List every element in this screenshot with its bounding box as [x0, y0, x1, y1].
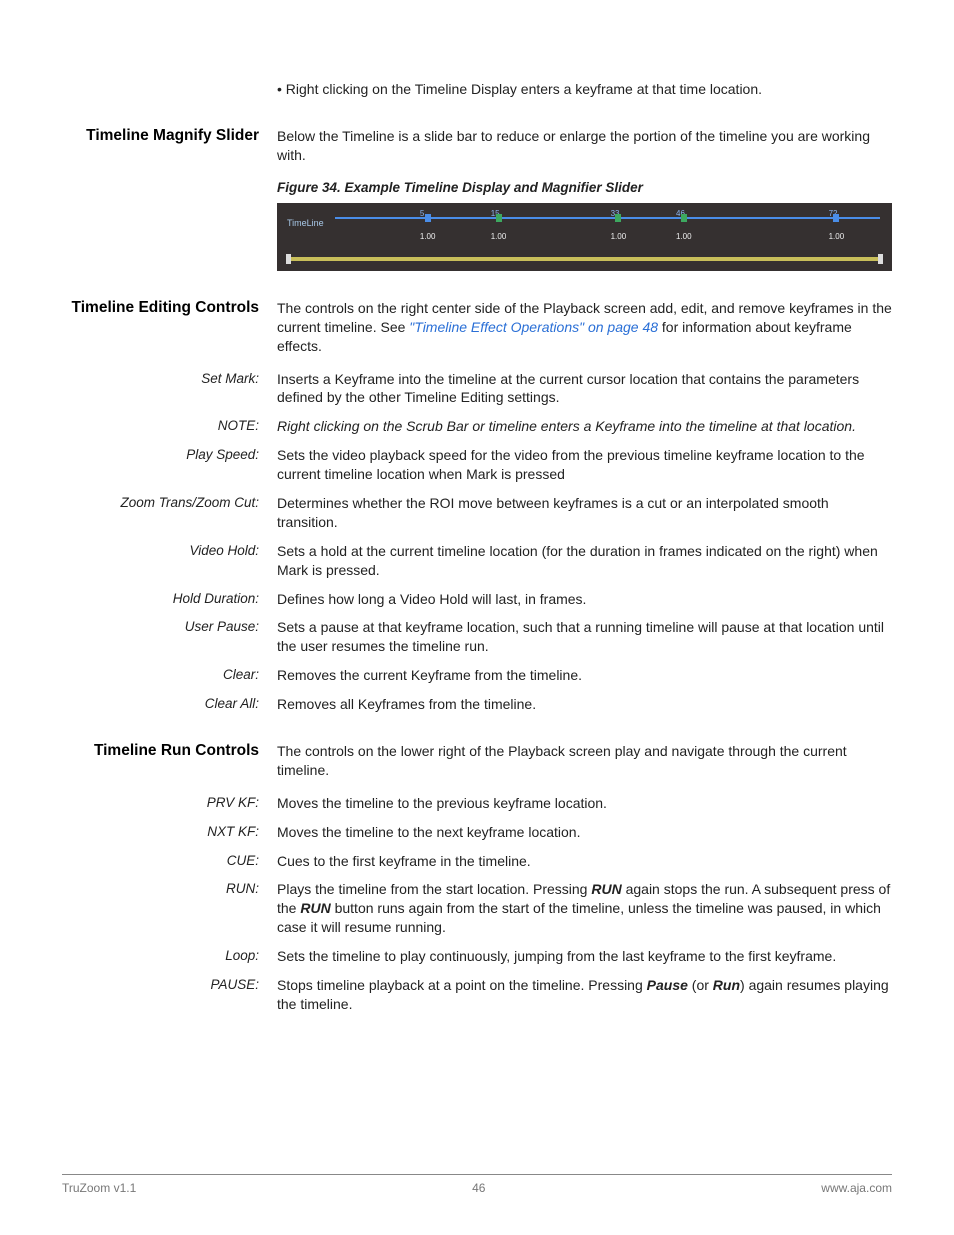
editing-item-body: Removes the current Keyframe from the ti… — [277, 666, 892, 685]
run-item-term: RUN: — [226, 881, 259, 896]
figure-keyframe-marker — [496, 214, 502, 222]
figure-row: Figure 34. Example Timeline Display and … — [62, 179, 892, 271]
footer-product: TruZoom v1.1 — [62, 1181, 136, 1195]
editing-item-body: Determines whether the ROI move between … — [277, 494, 892, 532]
figure-timeline: TimeLine 51.00151.00331.00461.00721.00 — [277, 203, 892, 271]
editing-item-body: Removes all Keyframes from the timeline. — [277, 695, 892, 714]
magnify-body: Below the Timeline is a slide bar to red… — [277, 127, 892, 165]
editing-item-term: Set Mark: — [201, 371, 259, 386]
editing-item-row: Play Speed: Sets the video playback speed… — [62, 446, 892, 484]
editing-item-row: Clear: Removes the current Keyframe from … — [62, 666, 892, 685]
figure-keyframe-marker — [615, 214, 621, 222]
editing-item-body: Sets the video playback speed for the vi… — [277, 446, 892, 484]
run-item-row: RUN: Plays the timeline from the start lo… — [62, 880, 892, 937]
editing-item-row: User Pause: Sets a pause at that keyframe… — [62, 618, 892, 656]
run-item-body: Moves the timeline to the next keyframe … — [277, 823, 892, 842]
run-item-row: PRV KF: Moves the timeline to the previou… — [62, 794, 892, 813]
figure-label: TimeLine — [287, 217, 324, 229]
run-item-body: Stops timeline playback at a point on th… — [277, 976, 892, 1014]
run-item-row: NXT KF: Moves the timeline to the next ke… — [62, 823, 892, 842]
section-run: Timeline Run Controls The controls on th… — [62, 742, 892, 780]
editing-item-row: Zoom Trans/Zoom Cut: Determines whether t… — [62, 494, 892, 532]
editing-item-term: Video Hold: — [189, 543, 259, 558]
run-item-body: Moves the timeline to the previous keyfr… — [277, 794, 892, 813]
run-intro: The controls on the lower right of the P… — [277, 742, 892, 780]
editing-item-term: User Pause: — [185, 619, 259, 634]
page-footer: TruZoom v1.1 46 www.aja.com — [62, 1174, 892, 1195]
heading-run: Timeline Run Controls — [94, 742, 259, 759]
link-timeline-effect-ops[interactable]: "Timeline Effect Operations" on page 48 — [409, 319, 658, 335]
heading-magnify: Timeline Magnify Slider — [86, 127, 259, 144]
editing-item-term: Clear: — [223, 667, 259, 682]
section-magnify: Timeline Magnify Slider Below the Timeli… — [62, 127, 892, 165]
editing-item-body: Right clicking on the Scrub Bar or timel… — [277, 417, 892, 436]
editing-item-row: Hold Duration: Defines how long a Video H… — [62, 590, 892, 609]
run-item-term: NXT KF: — [207, 824, 259, 839]
editing-item-body: Sets a pause at that keyframe location, … — [277, 618, 892, 656]
editing-item-term: Hold Duration: — [173, 591, 259, 606]
run-item-body: Cues to the first keyframe in the timeli… — [277, 852, 892, 871]
figure-keyframe-marker — [833, 214, 839, 222]
run-item-row: CUE: Cues to the first keyframe in the ti… — [62, 852, 892, 871]
footer-page-number: 46 — [472, 1181, 485, 1195]
editing-item-term: NOTE: — [218, 418, 259, 433]
editing-item-body: Inserts a Keyframe into the timeline at … — [277, 370, 892, 408]
figure-ruler — [335, 217, 880, 219]
footer-url: www.aja.com — [821, 1181, 892, 1195]
figure-keyframe-marker — [425, 214, 431, 222]
editing-item-body: Defines how long a Video Hold will last,… — [277, 590, 892, 609]
editing-item-term: Zoom Trans/Zoom Cut: — [120, 495, 259, 510]
run-item-body: Plays the timeline from the start locati… — [277, 880, 892, 937]
editing-item-row: NOTE: Right clicking on the Scrub Bar or … — [62, 417, 892, 436]
page: • Right clicking on the Timeline Display… — [0, 0, 954, 1235]
section-editing: Timeline Editing Controls The controls o… — [62, 299, 892, 356]
editing-item-row: Clear All: Removes all Keyframes from the… — [62, 695, 892, 714]
figure-keyframe-marker — [681, 214, 687, 222]
editing-item-row: Set Mark: Inserts a Keyframe into the tim… — [62, 370, 892, 408]
run-item-term: PAUSE: — [210, 977, 259, 992]
editing-item-row: Video Hold: Sets a hold at the current ti… — [62, 542, 892, 580]
run-item-body: Sets the timeline to play continuously, … — [277, 947, 892, 966]
bullet-right-click: • Right clicking on the Timeline Display… — [62, 80, 892, 99]
editing-item-term: Clear All: — [205, 696, 259, 711]
editing-item-body: Sets a hold at the current timeline loca… — [277, 542, 892, 580]
figure-slider — [291, 257, 878, 261]
figure-caption: Figure 34. Example Timeline Display and … — [277, 179, 892, 197]
editing-item-term: Play Speed: — [186, 447, 259, 462]
run-item-term: PRV KF: — [207, 795, 259, 810]
run-item-row: Loop: Sets the timeline to play continuou… — [62, 947, 892, 966]
run-item-row: PAUSE: Stops timeline playback at a point… — [62, 976, 892, 1014]
bullet-text: • Right clicking on the Timeline Display… — [277, 80, 892, 99]
heading-editing: Timeline Editing Controls — [72, 299, 259, 316]
run-item-term: Loop: — [225, 948, 259, 963]
editing-intro: The controls on the right center side of… — [277, 299, 892, 356]
run-item-term: CUE: — [227, 853, 259, 868]
